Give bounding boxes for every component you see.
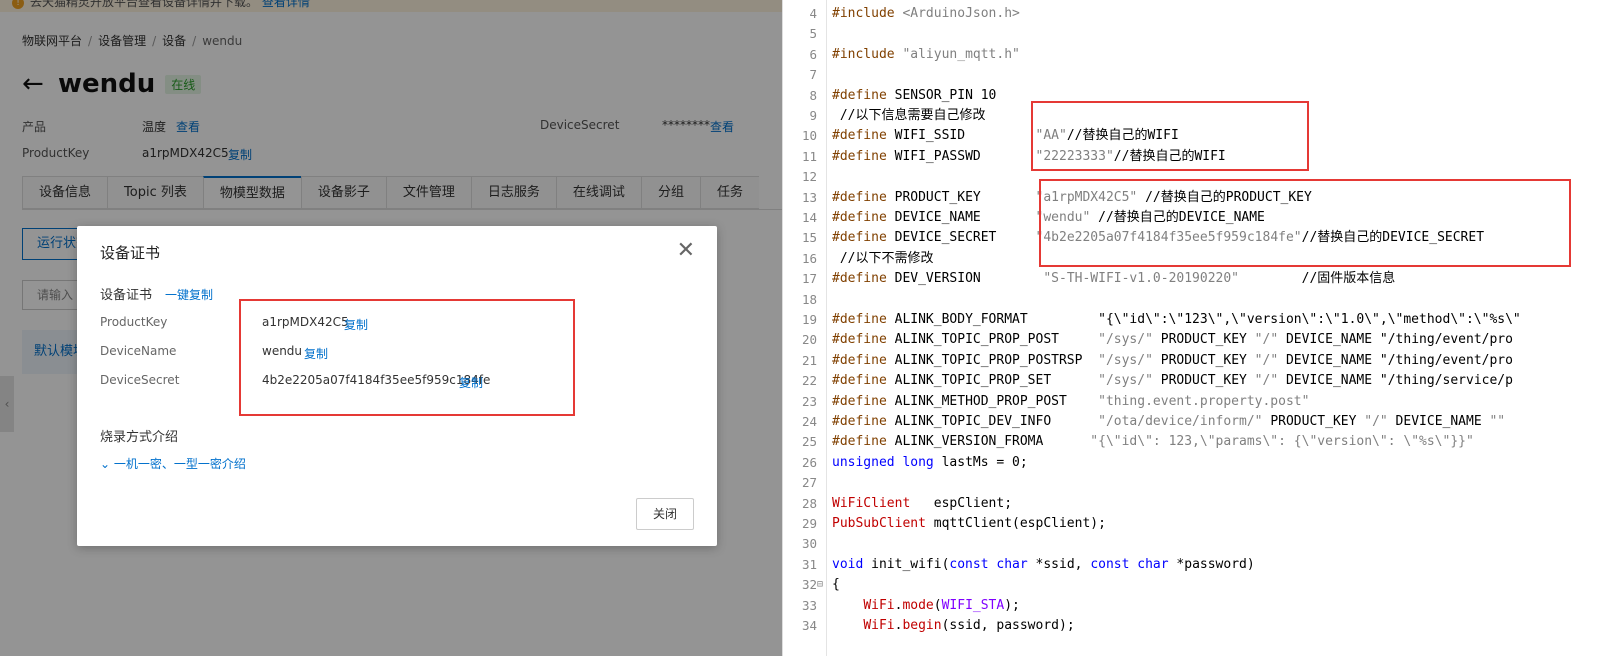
code-editor[interactable]: 4 #include <ArduinoJson.h> 5 6 #include "ali… <box>782 0 1608 656</box>
line-number: 25 <box>801 434 817 450</box>
code-text: #define DEV_VERSION "S-TH-WIFI-v1.0-2019… <box>832 271 1396 287</box>
code-text: #define ALINK_TOPIC_DEV_INFO "/ota/devic… <box>832 414 1506 429</box>
line-number: 7 <box>809 67 817 83</box>
line-number: 19 <box>801 312 817 327</box>
line-number: 6 <box>809 46 817 62</box>
line-number: 13 <box>801 189 817 205</box>
code-line[interactable]: 26 unsigned long lastMs = 0; <box>783 452 1608 473</box>
line-number: 31 <box>801 556 817 572</box>
code-text: #define ALINK_TOPIC_PROP_POST "/sys/" PR… <box>832 332 1513 348</box>
code-line[interactable]: 30 <box>783 533 1608 554</box>
code-text: { <box>832 577 840 593</box>
code-text: void init_wifi(const char *ssid, const c… <box>832 556 1255 572</box>
line-number: 12 <box>801 169 817 185</box>
chevron-down-icon: ⌄ <box>100 457 114 471</box>
line-number: 9 <box>809 108 817 123</box>
line-number: 18 <box>801 291 817 307</box>
code-text: #define ALINK_METHOD_PROP_POST "thing.ev… <box>832 393 1310 409</box>
line-number: 27 <box>801 475 817 491</box>
line-number: 5 <box>809 26 817 42</box>
code-line[interactable]: 24 #define ALINK_TOPIC_DEV_INFO "/ota/dev… <box>783 411 1608 432</box>
line-number: 20 <box>801 332 817 348</box>
code-text: #define ALINK_VERSION_FROMA "{\"id\": 12… <box>832 434 1474 450</box>
code-line[interactable]: 31 void init_wifi(const char *ssid, const… <box>783 554 1608 575</box>
device-certificate-dialog: 设备证书 ✕ 设备证书 一键复制 ProductKey a1rpMDX42C5 … <box>77 226 717 546</box>
line-number: 24 <box>801 414 817 429</box>
code-line[interactable]: 29 PubSubClient mqttClient(espClient); <box>783 513 1608 534</box>
code-text: #include "aliyun_mqtt.h" <box>832 46 1020 62</box>
code-line[interactable]: 4 #include <ArduinoJson.h> <box>783 3 1608 24</box>
burn-method-title: 烧录方式介绍 <box>100 430 179 445</box>
copy-all-link[interactable]: 一键复制 <box>165 286 213 303</box>
code-line[interactable]: 33 WiFi.mode(WIFI_STA); <box>783 595 1608 616</box>
cert-section-label: 设备证书 <box>100 288 153 303</box>
code-line[interactable]: 18 <box>783 289 1608 310</box>
highlight-box-credentials <box>1039 179 1571 267</box>
line-number: 8 <box>809 87 817 103</box>
dialog-title: 设备证书 <box>100 244 161 262</box>
code-line[interactable]: 7 <box>783 64 1608 85</box>
code-text: #define ALINK_TOPIC_PROP_POSTRSP "/sys/"… <box>832 352 1513 368</box>
line-number: 34 <box>801 618 817 633</box>
code-text: #define SENSOR_PIN 10 <box>832 87 997 103</box>
line-number: 4 <box>809 6 817 21</box>
line-number: 32 <box>801 577 817 593</box>
highlight-box-wifi <box>1031 101 1309 171</box>
code-line[interactable]: 19 #define ALINK_BODY_FORMAT "{\"id\":\"1… <box>783 309 1608 330</box>
line-number: 15 <box>801 230 817 246</box>
code-text: WiFiClient espClient; <box>832 495 1013 511</box>
code-text: #define ALINK_TOPIC_PROP_SET "/sys/" PRO… <box>832 373 1513 389</box>
line-number: 26 <box>801 454 817 470</box>
code-line[interactable]: 20 #define ALINK_TOPIC_PROP_POST "/sys/" … <box>783 329 1608 350</box>
fold-icon[interactable]: ⊟ <box>817 574 823 595</box>
code-line[interactable]: 21 #define ALINK_TOPIC_PROP_POSTRSP "/sys… <box>783 350 1608 371</box>
code-line[interactable]: 25 #define ALINK_VERSION_FROMA "{\"id\": … <box>783 431 1608 452</box>
code-text: PubSubClient mqttClient(espClient); <box>832 516 1106 531</box>
code-line[interactable]: 23 #define ALINK_METHOD_PROP_POST "thing.… <box>783 391 1608 412</box>
code-line[interactable]: 6 #include "aliyun_mqtt.h" <box>783 44 1608 65</box>
burn-method-link[interactable]: ⌄ 一机一密、一型一密介绍 <box>100 455 246 472</box>
code-text: //以下信息需要自己修改 <box>839 108 986 123</box>
line-number: 29 <box>801 516 817 531</box>
line-number: 14 <box>801 210 817 225</box>
console-panel: ! 去天猫精灵开放平台查看设备详情并下载。 查看详情 物联网平台 / 设备管理 / 设备 /… <box>0 0 782 656</box>
line-number: 11 <box>801 148 817 164</box>
code-line[interactable]: 17 #define DEV_VERSION "S-TH-WIFI-v1.0-20… <box>783 268 1608 289</box>
code-text: WiFi.mode(WIFI_STA); <box>863 597 1020 613</box>
productkey-field-label: ProductKey <box>100 315 168 329</box>
close-button[interactable]: 关闭 <box>636 498 694 530</box>
devicename-field-label: DeviceName <box>100 344 177 358</box>
code-line[interactable]: 34 WiFi.begin(ssid, password); <box>783 615 1608 636</box>
code-line[interactable]: 32 ⊟ { <box>783 574 1608 595</box>
line-number: 16 <box>801 250 817 266</box>
line-number: 23 <box>801 393 817 409</box>
highlight-box <box>239 299 575 416</box>
burn-method-link-label: 一机一密、一型一密介绍 <box>113 457 246 471</box>
line-number: 33 <box>801 597 817 613</box>
code-text: #include <ArduinoJson.h> <box>832 6 1020 21</box>
line-number: 22 <box>801 373 817 389</box>
close-icon[interactable]: ✕ <box>677 238 695 263</box>
line-number: 28 <box>801 495 817 511</box>
code-text: #define ALINK_BODY_FORMAT "{\"id\":\"123… <box>832 312 1521 327</box>
code-line[interactable]: 22 #define ALINK_TOPIC_PROP_SET "/sys/" P… <box>783 370 1608 391</box>
code-text: WiFi.begin(ssid, password); <box>863 618 1075 633</box>
line-number: 17 <box>801 271 817 287</box>
code-text: unsigned long lastMs = 0; <box>832 454 1028 470</box>
code-line[interactable]: 27 <box>783 472 1608 493</box>
devicesecret-field-label: DeviceSecret <box>100 373 180 387</box>
line-number: 21 <box>801 352 817 368</box>
code-line[interactable]: 28 WiFiClient espClient; <box>783 493 1608 514</box>
line-number: 10 <box>801 128 817 144</box>
code-line[interactable]: 5 <box>783 23 1608 44</box>
code-text: //以下不需修改 <box>839 250 934 266</box>
line-number: 30 <box>801 536 817 552</box>
